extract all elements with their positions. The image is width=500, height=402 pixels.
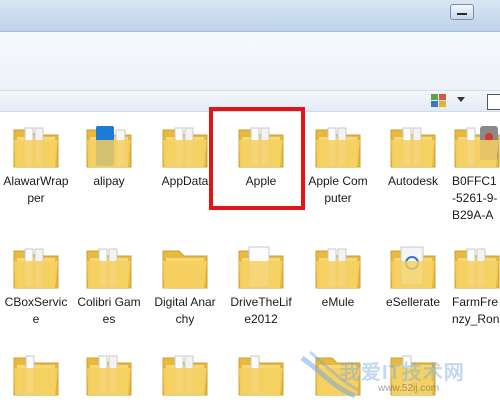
folder-item[interactable]: Autodesk	[380, 122, 446, 222]
folder-icon	[238, 355, 284, 396]
folder-item[interactable]: Digital Anarchy	[152, 243, 218, 343]
change-view-icon[interactable]	[431, 94, 447, 108]
folder-icon	[86, 248, 132, 289]
folder-label: CBoxService	[4, 295, 68, 326]
folder-item[interactable]	[76, 350, 142, 402]
folder-icon	[390, 246, 436, 289]
folder-icon	[162, 355, 208, 396]
folder-label: AlawarWrapper	[3, 174, 69, 205]
folder-item[interactable]	[3, 350, 69, 402]
folder-label: Colibri Games	[77, 295, 141, 326]
folder-icon	[454, 126, 500, 168]
folder-icon	[162, 127, 208, 168]
folder-item[interactable]: Apple Computer	[305, 122, 371, 222]
folder-item[interactable]: B0FFC1-5261-9-B29A-A4FAB	[452, 122, 500, 222]
folder-label: Digital Anarchy	[154, 295, 216, 326]
folder-item[interactable]	[228, 350, 294, 402]
folder-icon	[86, 355, 132, 396]
folder-icon	[454, 248, 500, 289]
folder-item[interactable]	[152, 350, 218, 402]
folder-label: DriveTheLife2012	[230, 295, 292, 326]
folder-icon	[13, 127, 59, 168]
folder-item[interactable]: eMule	[305, 243, 371, 343]
view-options-arrow-icon[interactable]	[457, 97, 465, 102]
folder-icon	[13, 248, 59, 289]
folder-label: Apple Computer	[308, 174, 368, 205]
folder-item[interactable]: FarmFrenzy_Ron	[452, 243, 500, 343]
folder-item[interactable]: DriveTheLife2012	[228, 243, 294, 343]
folder-label: alipay	[93, 174, 125, 188]
folder-icon	[315, 127, 361, 168]
minimize-button[interactable]	[450, 4, 474, 20]
folder-icon	[315, 248, 361, 289]
folder-icon	[162, 250, 208, 289]
address-toolbar	[0, 32, 500, 91]
preview-pane-icon[interactable]	[487, 94, 500, 110]
highlight-box	[209, 107, 305, 210]
folder-label: eMule	[321, 295, 355, 309]
folder-label: Autodesk	[387, 174, 439, 188]
folder-icon	[86, 126, 132, 168]
folder-icon	[390, 127, 436, 168]
folder-label: B0FFC1-5261-9-B29A-A4FAB	[452, 174, 498, 222]
watermark: 我爱IT技术网 www.52ij.com	[300, 350, 500, 402]
folder-item[interactable]: eSellerate	[380, 243, 446, 343]
folder-label: FarmFrenzy_Ron	[452, 295, 500, 326]
folder-label: eSellerate	[385, 295, 441, 309]
watermark-url: www.52ij.com	[378, 383, 440, 394]
folder-item[interactable]: alipay	[76, 122, 142, 222]
window-titlebar	[0, 0, 500, 32]
folder-item[interactable]: CBoxService	[3, 243, 69, 343]
folder-item[interactable]: AlawarWrapper	[3, 122, 69, 222]
folder-item[interactable]: Colibri Games	[76, 243, 142, 343]
folder-icon	[13, 355, 59, 396]
folder-icon	[238, 246, 284, 289]
watermark-text: 我爱IT技术网	[340, 362, 465, 384]
